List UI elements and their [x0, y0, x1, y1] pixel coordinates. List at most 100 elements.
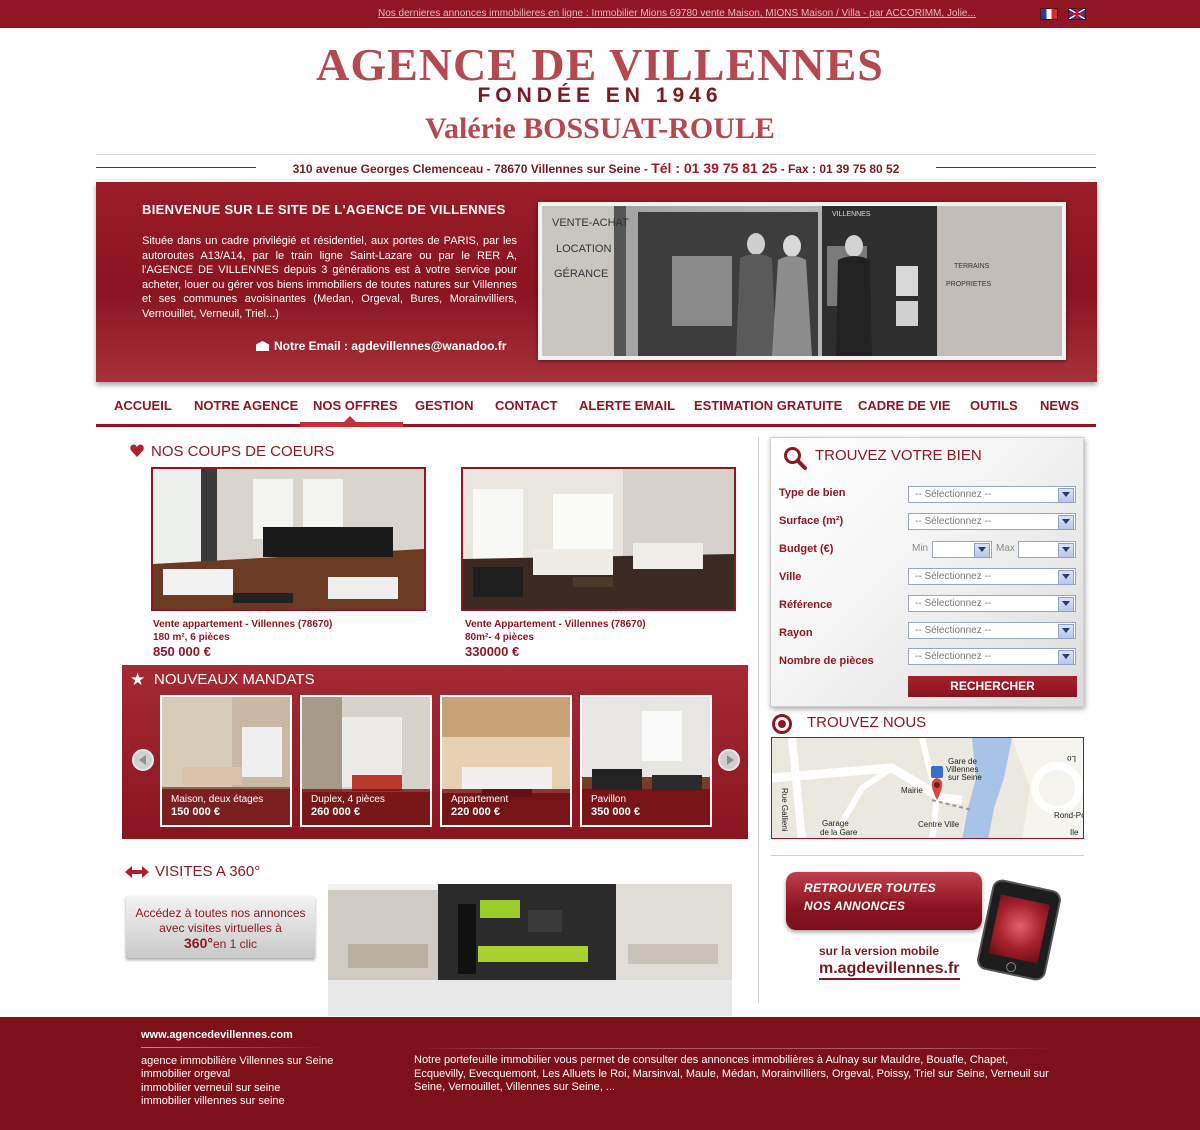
listing-label-2: Duplex, 4 pièces 260 000 €: [302, 789, 430, 825]
virtual-tours-image[interactable]: [328, 884, 732, 1016]
favorite-photo-1[interactable]: [151, 467, 426, 611]
carousel-prev-button[interactable]: [132, 749, 154, 771]
new-listings-carousel: ★ NOUVEAUX MANDATS Maison, deux étages 1…: [122, 665, 748, 839]
nav-notre-agence[interactable]: NOTRE AGENCE: [194, 398, 298, 413]
smartphone-icon: [975, 877, 1063, 983]
listing-card-1[interactable]: Maison, deux étages 150 000 €: [160, 695, 292, 827]
footer-link-2[interactable]: immobilier orgeval: [141, 1068, 230, 1080]
active-nav-underline: [300, 422, 403, 427]
latest-listings-ticker[interactable]: Nos dernieres annonces immobilieres en l…: [378, 8, 976, 19]
virtual-tours-line-3: 360°en 1 clic: [126, 936, 315, 952]
field-label-ville: Ville: [779, 571, 802, 583]
listing-card-4[interactable]: Pavillon 350 000 €: [580, 695, 712, 827]
address-text: 310 avenue Georges Clemenceau - 78670 Vi…: [292, 162, 648, 176]
favorites-title: NOS COUPS DE COEURS: [151, 443, 335, 460]
chevron-down-icon: [1062, 519, 1070, 524]
virtual-tours-360: 360°: [184, 935, 213, 951]
virtual-tours-line-1: Accédez à toutes nos annonces: [135, 906, 306, 920]
fax-number: - Fax : 01 39 75 80 52: [780, 162, 900, 176]
nav-accueil[interactable]: ACCUEIL: [114, 398, 172, 413]
footer-site-url[interactable]: www.agencedevillennes.com: [141, 1029, 293, 1041]
listing-price-3: 220 000 €: [451, 806, 500, 818]
photo-text-gerance: GÉRANCE: [554, 267, 608, 280]
apartment-image: [463, 469, 734, 609]
mobile-site-link[interactable]: m.agdevillennes.fr: [819, 960, 960, 980]
phone-number: Tél : 01 39 75 81 25: [651, 160, 778, 176]
nav-estimation-gratuite[interactable]: ESTIMATION GRATUITE: [694, 398, 842, 413]
map-label-centre-ville: Centre Ville: [918, 820, 960, 829]
select-surface[interactable]: -- Sélectionnez --: [908, 513, 1076, 530]
location-map[interactable]: Gare de Villennes sur Seine Mairie Rue G…: [771, 737, 1084, 839]
map-label-sur-seine: sur Seine: [948, 773, 982, 782]
listing-label-1: Maison, deux étages 150 000 €: [162, 789, 290, 825]
nav-news[interactable]: NEWS: [1040, 398, 1079, 413]
listing-card-3[interactable]: Appartement 220 000 €: [440, 695, 572, 827]
listing-type-3: Appartement: [451, 794, 509, 805]
flag-uk-icon[interactable]: [1068, 8, 1086, 20]
mobile-version-text: sur la version mobile: [819, 944, 940, 958]
virtual-tours-click: en 1 clic: [212, 937, 257, 951]
target-icon: [772, 714, 792, 734]
chevron-down-icon: [1062, 547, 1070, 552]
nav-outils[interactable]: OUTILS: [970, 398, 1018, 413]
photo-text-villennes: VILLENNES: [832, 211, 871, 218]
chevron-down-icon: [1062, 574, 1070, 579]
footer-link-4[interactable]: immobilier villennes sur seine: [141, 1095, 285, 1107]
favorite-title-1[interactable]: Vente appartement - Villennes (78670): [153, 619, 332, 630]
divider: [141, 1047, 327, 1048]
map-label-ile: Ile: [1070, 828, 1079, 837]
column-divider: [758, 437, 759, 1003]
map-label-garage: Garage: [822, 819, 849, 828]
star-icon: ★: [130, 670, 146, 689]
select-ville[interactable]: -- Sélectionnez --: [908, 568, 1076, 585]
nav-nos-offres[interactable]: NOS OFFRES: [313, 398, 398, 413]
agency-historic-photo: VENTE-ACHAT LOCATION GÉRANCE VILLENNES T…: [538, 202, 1066, 360]
map-label-mairie: Mairie: [901, 786, 923, 795]
listing-card-2[interactable]: Duplex, 4 pièces 260 000 €: [300, 695, 432, 827]
listing-price-2: 260 000 €: [311, 806, 360, 818]
carousel-next-button[interactable]: [718, 749, 740, 771]
nav-gestion[interactable]: GESTION: [415, 398, 474, 413]
field-label-rayon: Rayon: [779, 627, 813, 639]
flag-fr-icon[interactable]: [1040, 8, 1058, 20]
phone-home-button: [1005, 961, 1018, 974]
mobile-banner-line-1: RETROUVER TOUTES: [804, 881, 936, 895]
select-value: -- Sélectionnez --: [915, 598, 992, 609]
select-budget-min[interactable]: [932, 541, 992, 558]
nav-alerte-email[interactable]: ALERTE EMAIL: [579, 398, 675, 413]
favorite-details-2: 80m²- 4 pièces: [465, 632, 534, 643]
footer-link-1[interactable]: agence immobilière Villennes sur Seine: [141, 1055, 333, 1067]
favorite-title-2[interactable]: Vente Appartement - Villennes (78670): [465, 619, 646, 630]
photo-text-terrains: TERRAINS: [954, 263, 990, 270]
nav-contact[interactable]: CONTACT: [495, 398, 558, 413]
nav-cadre-de-vie[interactable]: CADRE DE VIE: [858, 398, 950, 413]
select-value: -- Sélectionnez --: [915, 571, 992, 582]
select-nombre-pieces[interactable]: -- Sélectionnez --: [908, 648, 1076, 665]
map-label-rue-gallieni: Rue Gallieni: [780, 788, 789, 832]
mobile-site-banner[interactable]: RETROUVER TOUTES NOS ANNONCES: [786, 872, 982, 930]
search-button[interactable]: RECHERCHER: [908, 676, 1077, 697]
envelope-icon: [256, 341, 269, 351]
select-value: -- Sélectionnez --: [915, 625, 992, 636]
select-rayon[interactable]: -- Sélectionnez --: [908, 622, 1076, 639]
favorite-photo-2[interactable]: [461, 467, 736, 611]
select-budget-max[interactable]: [1018, 541, 1076, 558]
top-bar: Nos dernieres annonces immobilieres en l…: [0, 0, 1200, 28]
footer-link-3[interactable]: immobilier verneuil sur seine: [141, 1082, 280, 1094]
select-value: -- Sélectionnez --: [915, 651, 992, 662]
select-reference[interactable]: -- Sélectionnez --: [908, 595, 1076, 612]
field-label-budget: Budget (€): [779, 543, 834, 555]
mobile-banner-line-2: NOS ANNONCES: [804, 899, 906, 913]
search-icon: [784, 447, 807, 470]
property-search-panel: TROUVEZ VOTRE BIEN Type de bien -- Sélec…: [770, 437, 1084, 707]
email-text[interactable]: Notre Email : agdevillennes@wanadoo.fr: [274, 339, 506, 353]
chevron-down-icon: [1062, 654, 1070, 659]
main-nav: ACCUEIL NOTRE AGENCE NOS OFFRES GESTION …: [96, 383, 1096, 427]
field-label-pieces: Nombre de pièces: [779, 655, 874, 667]
favorite-price-2: 330000 €: [465, 644, 520, 659]
virtual-tours-button[interactable]: Accédez à toutes nos annonces avec visit…: [126, 896, 315, 958]
select-type-de-bien[interactable]: -- Sélectionnez --: [908, 486, 1076, 503]
email-line[interactable]: Notre Email : agdevillennes@wanadoo.fr: [256, 339, 506, 353]
field-label-surface: Surface (m²): [779, 515, 844, 527]
heart-icon: [130, 444, 144, 457]
